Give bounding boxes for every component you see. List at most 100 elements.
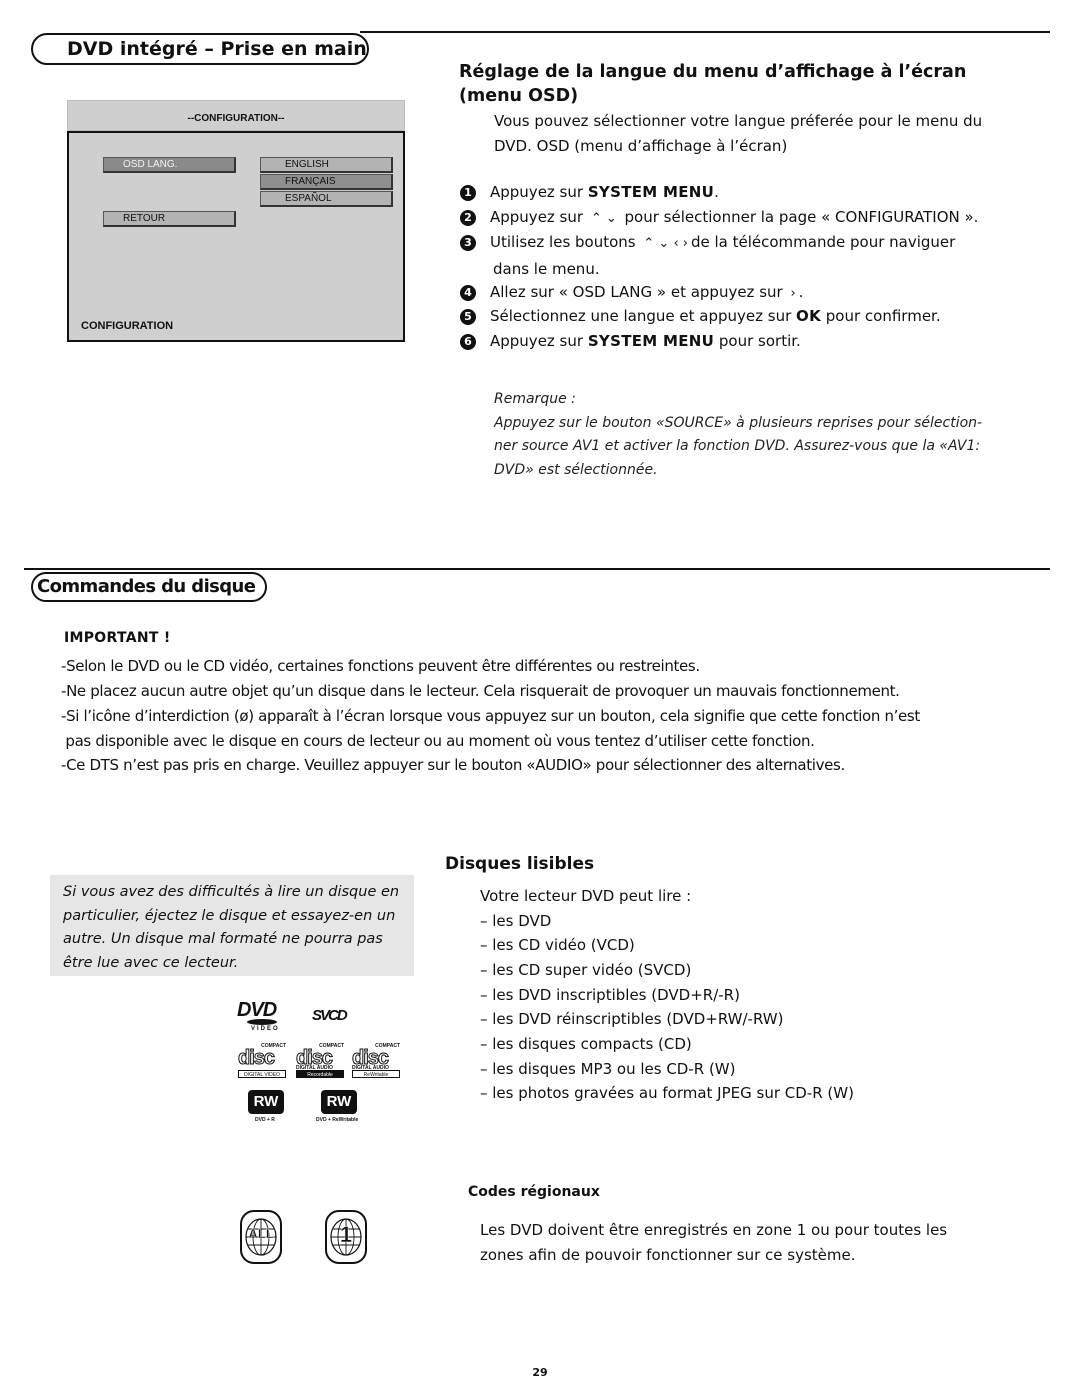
osd-lang-label: OSD LANG. — [123, 159, 178, 170]
retour-button[interactable]: RETOUR — [103, 211, 236, 227]
region-text-line: Les DVD doivent être enregistrés en zone… — [480, 1221, 948, 1239]
compact-disc-digital-video-logo: COMPACT disc DIGITAL VIDEO — [237, 1043, 288, 1079]
lang-option-francais[interactable]: FRANÇAIS — [260, 174, 393, 190]
step-text: pour sélectionner la page « CONFIGURATIO… — [619, 208, 979, 226]
step-1: 1 Appuyez sur SYSTEM MENU. — [460, 180, 719, 205]
intro-line: DVD. OSD (menu d’affichage à l’écran) — [494, 136, 788, 155]
up-down-arrow-icon: ⌃ ⌄ — [590, 211, 617, 226]
playable-discs-title: Disques lisibles — [445, 854, 595, 874]
rw-logo-dvd-r: RW — [248, 1090, 284, 1114]
tip-line: particulier, éjectez le disque et essaye… — [63, 907, 396, 924]
step-5: 5 Sélectionnez une langue et appuyez sur … — [460, 304, 941, 329]
step-number: 3 — [460, 235, 476, 251]
right-arrow-icon: › — [790, 286, 796, 301]
step-number: 6 — [460, 334, 476, 350]
compact-disc-recordable-logo: COMPACT disc DIGITAL AUDIO Recordable — [295, 1043, 346, 1079]
step-text: . — [798, 283, 804, 301]
title-text: ) — [570, 86, 579, 106]
step-number: 2 — [460, 210, 476, 226]
region-all-badge: ALL — [240, 1210, 282, 1264]
lang-option-label: FRANÇAIS — [285, 176, 336, 187]
step-text: Appuyez sur — [490, 208, 588, 226]
step-text: Utilisez les boutons — [490, 233, 641, 251]
title-text-bold: OSD — [528, 86, 571, 106]
important-line: -Selon le DVD ou le CD vidéo, certaines … — [61, 657, 700, 675]
section-title-commandes-du-disque: Commandes du disque — [31, 572, 267, 602]
title-text: (menu — [459, 86, 529, 106]
region-badge-label: 1 — [339, 1222, 353, 1247]
tip-line: Si vous avez des difficultés à lire un d… — [63, 884, 400, 900]
playable-item: – les disques compacts (CD) — [480, 1035, 692, 1053]
step-text: Allez sur « OSD LANG » et appuyez sur — [490, 283, 788, 301]
playable-item: – les DVD inscriptibles (DVD+R/-R) — [480, 986, 740, 1004]
dvd-logo-text: DVD — [237, 999, 277, 1021]
lang-option-english[interactable]: ENGLISH — [260, 157, 393, 173]
step-text: . — [714, 183, 719, 201]
playable-item: – les disques MP3 ou les CD-R (W) — [480, 1060, 736, 1078]
step-text-continued: dans le menu. — [493, 259, 600, 278]
step-key: SYSTEM MENU — [587, 332, 715, 350]
step-3: 3 Utilisez les boutons ⌃ ⌄ ‹ › de la téléc… — [460, 230, 955, 281]
step-text: Appuyez sur — [490, 332, 588, 350]
svcd-logo: SVCD — [312, 1007, 348, 1024]
page-number: 29 — [532, 1366, 548, 1379]
playable-item: – les photos gravées au format JPEG sur … — [480, 1084, 854, 1102]
logo-caption: DIGITAL VIDEO — [238, 1070, 286, 1078]
region-text-line: zones afin de pouvoir fonctionner sur ce… — [480, 1245, 856, 1264]
osd-footer: CONFIGURATION — [81, 320, 174, 332]
important-line: -Ce DTS n’est pas pris en charge. Veuill… — [61, 756, 845, 774]
playable-item: – les DVD — [480, 912, 552, 930]
step-text: pour sortir. — [714, 332, 801, 350]
remark-note: Remarque : Appuyez sur le bouton «SOURCE… — [494, 388, 982, 482]
tip-line: autre. Un disque mal formaté ne pourra p… — [63, 931, 383, 947]
subsection-title: Réglage de la langue du menu d’affichage… — [459, 60, 966, 108]
playable-item: – les CD super vidéo (SVCD) — [480, 961, 692, 979]
subsection-intro: Vous pouvez sélectionner votre langue pr… — [494, 109, 982, 158]
logo-caption: ReWritable — [352, 1070, 400, 1078]
step-text: Sélectionnez une langue et appuyez sur — [490, 307, 797, 325]
navigation-arrows-icon: ⌃ ⌄ ‹ › — [643, 236, 688, 251]
important-line: -Si l’icône d’interdiction (ø) apparaît … — [61, 707, 920, 725]
rw-caption: DVD + ReWritable — [316, 1117, 359, 1123]
tip-box: Si vous avez des difficultés à lire un d… — [50, 875, 414, 976]
lang-option-label: ENGLISH — [285, 159, 329, 170]
retour-label: RETOUR — [123, 213, 166, 224]
section-rule — [24, 568, 1050, 570]
osd-body: OSD LANG. RETOUR ENGLISH FRANÇAIS ESPAÑO… — [67, 131, 405, 342]
step-key: OK — [796, 307, 822, 325]
osd-config-screen: --CONFIGURATION-- OSD LANG. RETOUR ENGLI… — [67, 100, 405, 342]
important-title: IMPORTANT ! — [64, 630, 171, 646]
step-key: SYSTEM MENU — [587, 183, 715, 201]
dvd-logo-subtext: VIDEO — [251, 1026, 280, 1032]
remark-line: ner source AV1 et activer la fonction DV… — [494, 438, 981, 454]
rw-caption: DVD + R — [255, 1117, 275, 1123]
step-2: 2 Appuyez sur ⌃ ⌄ pour sélectionner la pa… — [460, 205, 978, 232]
playable-intro: Votre lecteur DVD peut lire : — [480, 887, 692, 905]
tip-line: être lue avec ce lecteur. — [63, 954, 239, 971]
osd-lang-button[interactable]: OSD LANG. — [103, 157, 236, 173]
remark-line: DVD» est sélectionnée. — [494, 461, 658, 478]
lang-option-label: ESPAÑOL — [285, 193, 332, 204]
remark-title: Remarque : — [494, 391, 576, 407]
step-text: Appuyez sur — [490, 183, 588, 201]
remark-line: Appuyez sur le bouton «SOURCE» à plusieu… — [494, 414, 983, 431]
step-6: 6 Appuyez sur SYSTEM MENU pour sortir. — [460, 329, 801, 354]
region-badge-label: ALL — [248, 1226, 274, 1241]
step-4: 4 Allez sur « OSD LANG » et appuyez sur ›… — [460, 280, 803, 307]
dvd-logo-disc-icon — [247, 1019, 277, 1025]
logo-caption: Recordable — [296, 1070, 344, 1078]
intro-line: Vous pouvez sélectionner votre langue pr… — [494, 112, 983, 130]
step-text: de la télécommande pour naviguer — [690, 233, 956, 251]
subsection-title-line2: (menu OSD) — [459, 84, 966, 108]
logo-text: disc — [237, 1047, 275, 1069]
lang-option-espanol[interactable]: ESPAÑOL — [260, 191, 393, 207]
region-1-badge: 1 — [325, 1210, 367, 1264]
playable-item: – les DVD réinscriptibles (DVD+RW/-RW) — [480, 1010, 784, 1028]
osd-header: --CONFIGURATION-- — [67, 100, 405, 131]
important-line: pas disponible avec le disque en cours d… — [61, 732, 815, 750]
region-codes-text: Les DVD doivent être enregistrés en zone… — [480, 1218, 947, 1267]
subsection-title-line1: Réglage de la langue du menu d’affichage… — [459, 62, 967, 82]
section-title-dvd-integre: DVD intégré – Prise en main — [31, 33, 369, 65]
top-rule — [360, 31, 1050, 33]
step-text: pour confirmer. — [821, 307, 941, 325]
